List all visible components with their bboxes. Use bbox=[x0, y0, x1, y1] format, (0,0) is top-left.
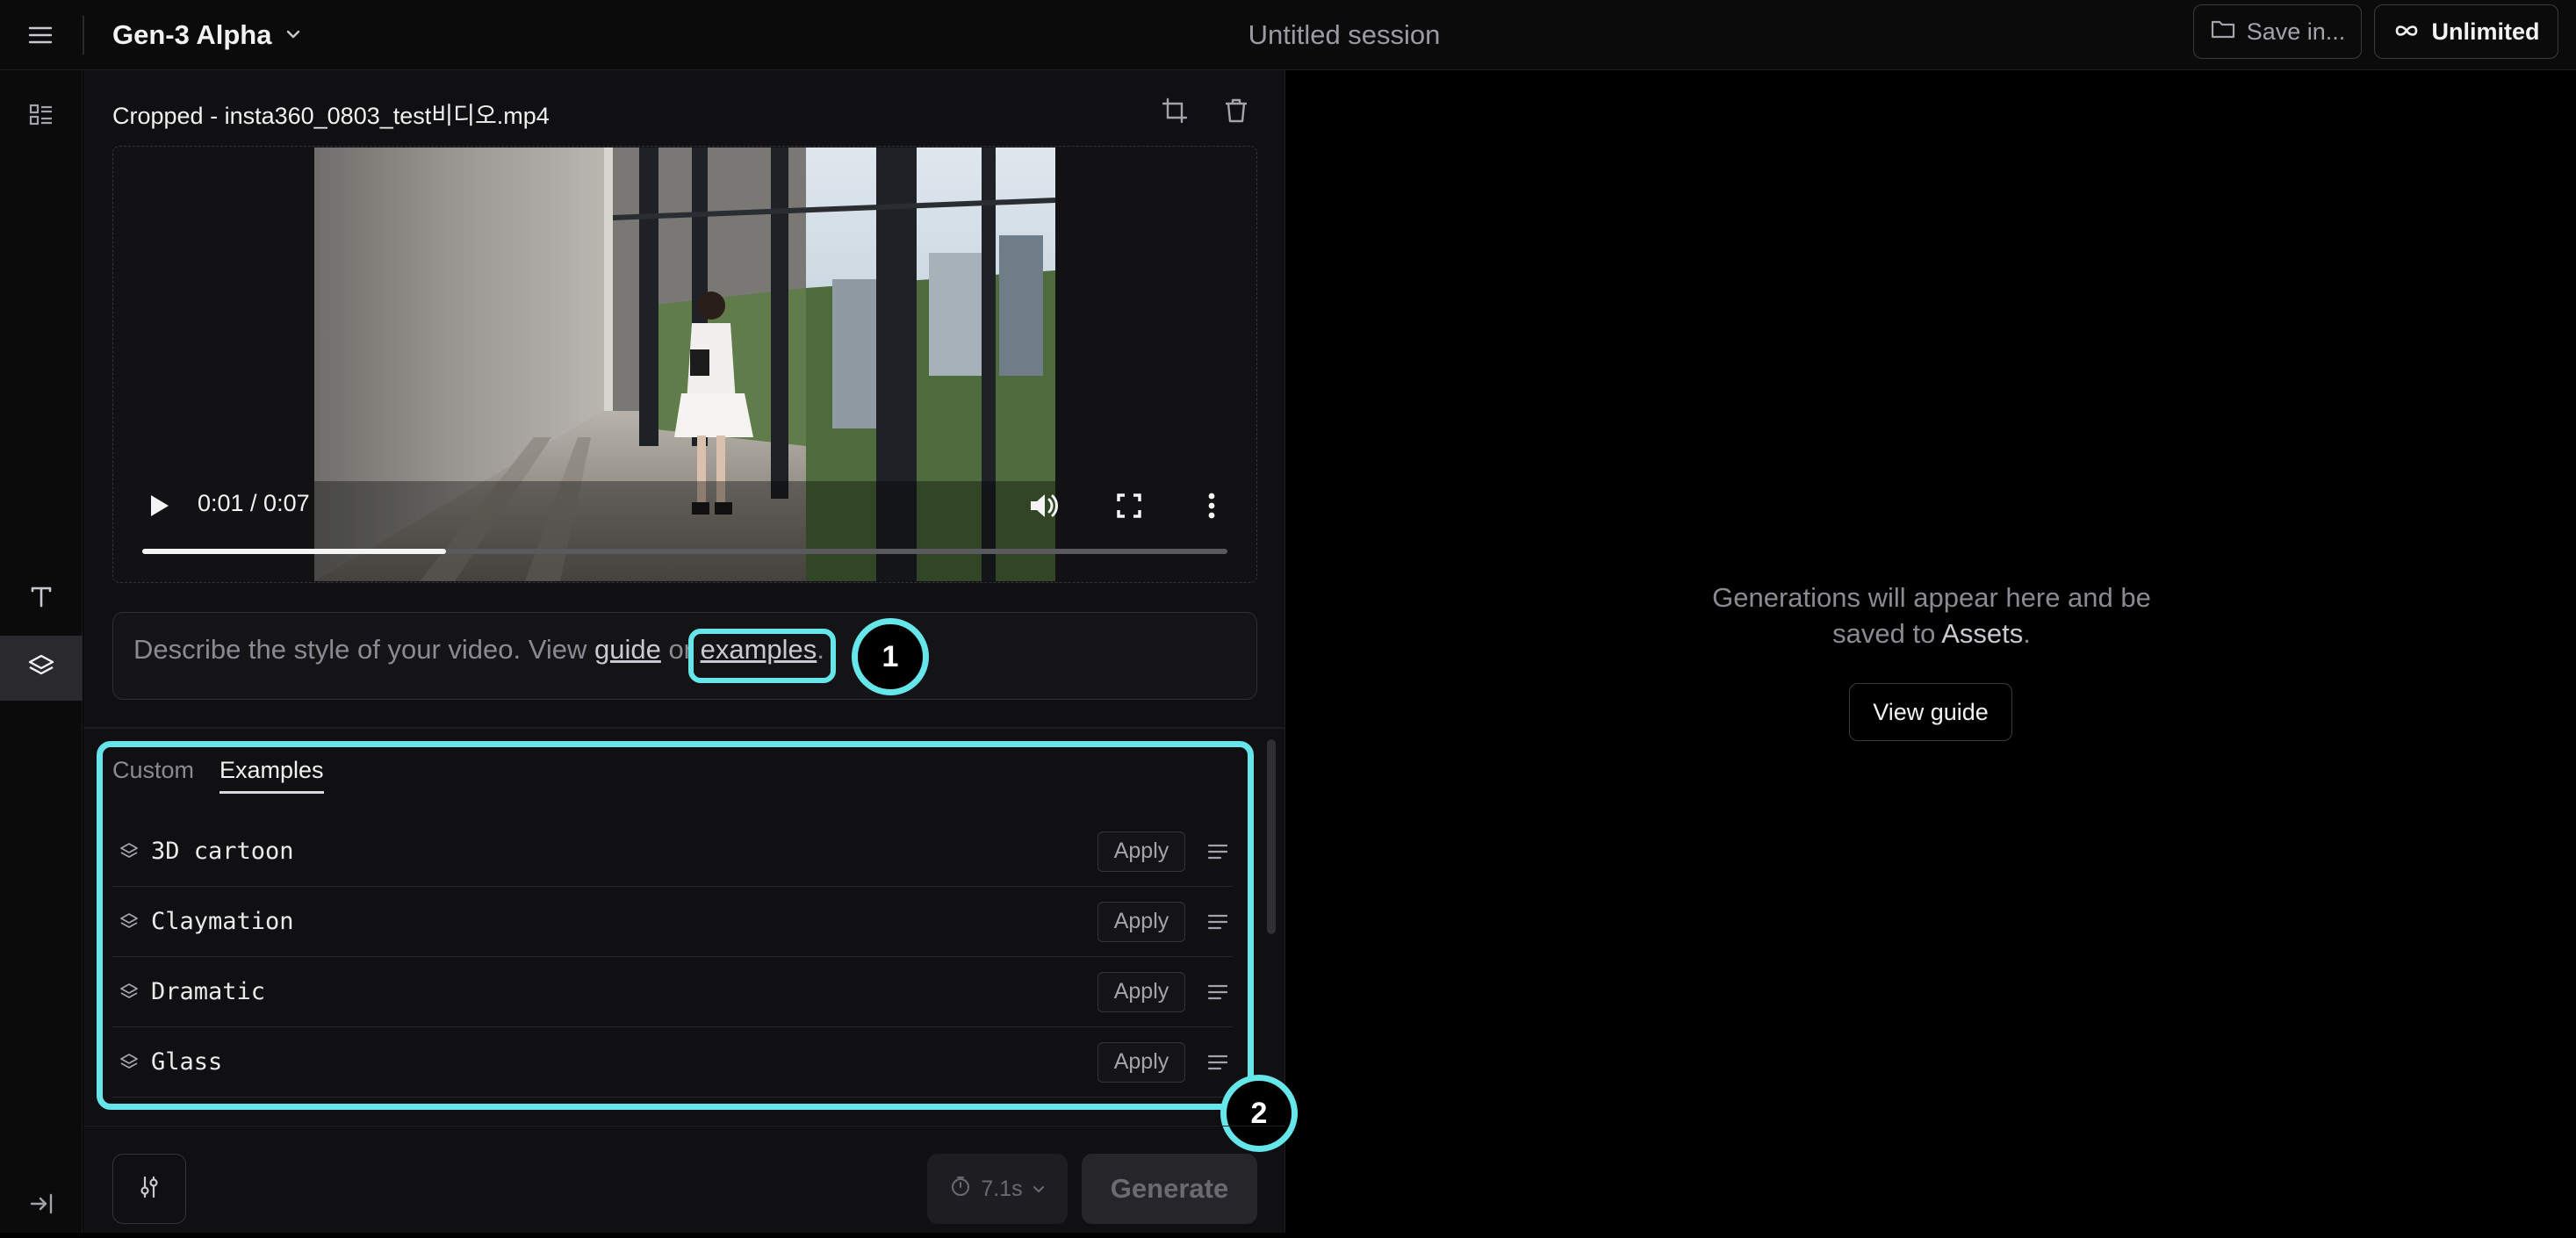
layers-icon bbox=[27, 652, 55, 685]
session-title[interactable]: Untitled session bbox=[1054, 16, 1635, 54]
fullscreen-icon[interactable] bbox=[1112, 488, 1147, 523]
save-in-button[interactable]: Save in... bbox=[2193, 4, 2362, 59]
folder-icon bbox=[2210, 18, 2236, 47]
duration-label: 7.1s bbox=[981, 1176, 1023, 1201]
empty-message-line1: Generations will appear here and be bbox=[1712, 582, 2151, 613]
sidebar-item-text[interactable] bbox=[0, 565, 83, 630]
dashboard-icon bbox=[28, 102, 54, 133]
model-selector[interactable]: Gen-3 Alpha bbox=[112, 16, 303, 54]
video-frame bbox=[314, 148, 1056, 581]
empty-message-prefix: saved to bbox=[1832, 618, 1942, 649]
trash-icon[interactable] bbox=[1222, 97, 1250, 125]
callout-2: 2 bbox=[1220, 1075, 1298, 1152]
collapse-sidebar-icon bbox=[28, 1191, 54, 1221]
crop-icon[interactable] bbox=[1161, 97, 1189, 125]
chevron-down-icon bbox=[1032, 1177, 1046, 1202]
model-name: Gen-3 Alpha bbox=[112, 19, 272, 50]
sidebar-item-collapse[interactable] bbox=[0, 1173, 83, 1238]
generate-button[interactable]: Generate bbox=[1082, 1154, 1257, 1224]
guide-link[interactable]: guide bbox=[594, 634, 661, 665]
timer-icon bbox=[949, 1175, 972, 1204]
video-file-title: Cropped - insta360_0803_test비디오.mp4 bbox=[112, 103, 550, 129]
topbar-divider bbox=[83, 16, 84, 54]
empty-message-suffix: . bbox=[2023, 618, 2031, 649]
settings-button[interactable] bbox=[112, 1154, 186, 1224]
video-time: 0:01 / 0:07 bbox=[198, 490, 310, 516]
examples-highlight bbox=[688, 629, 836, 683]
sidebar-item-dashboard[interactable] bbox=[0, 84, 83, 149]
hamburger-menu-icon[interactable] bbox=[26, 21, 54, 49]
text-icon bbox=[28, 583, 54, 614]
video-progress-fill bbox=[142, 549, 446, 554]
save-in-label: Save in... bbox=[2246, 18, 2346, 45]
volume-icon[interactable] bbox=[1025, 488, 1061, 523]
chevron-down-icon bbox=[284, 19, 303, 51]
infinity-icon bbox=[2393, 18, 2421, 46]
assets-label: Assets bbox=[1941, 618, 2024, 649]
play-icon[interactable] bbox=[140, 488, 176, 523]
view-guide-button[interactable]: View guide bbox=[1849, 683, 2012, 741]
sidebar-item-styles[interactable] bbox=[0, 636, 83, 701]
duration-selector[interactable]: 7.1s bbox=[927, 1154, 1068, 1224]
unlimited-label: Unlimited bbox=[2431, 18, 2540, 45]
generations-empty-message: Generations will appear here and be saved… bbox=[1668, 579, 2195, 651]
unlimited-button[interactable]: Unlimited bbox=[2374, 4, 2558, 59]
section-divider bbox=[83, 727, 1285, 729]
empty-message-line2: saved to Assets. bbox=[1668, 615, 2195, 651]
sliders-icon bbox=[136, 1174, 162, 1205]
prompt-placeholder-prefix: Describe the style of your video. View bbox=[133, 634, 594, 665]
callout-1: 1 bbox=[852, 618, 929, 695]
styles-panel-highlight bbox=[97, 741, 1254, 1110]
more-options-icon[interactable] bbox=[1194, 488, 1229, 523]
styles-scrollbar-thumb[interactable] bbox=[1267, 739, 1276, 934]
